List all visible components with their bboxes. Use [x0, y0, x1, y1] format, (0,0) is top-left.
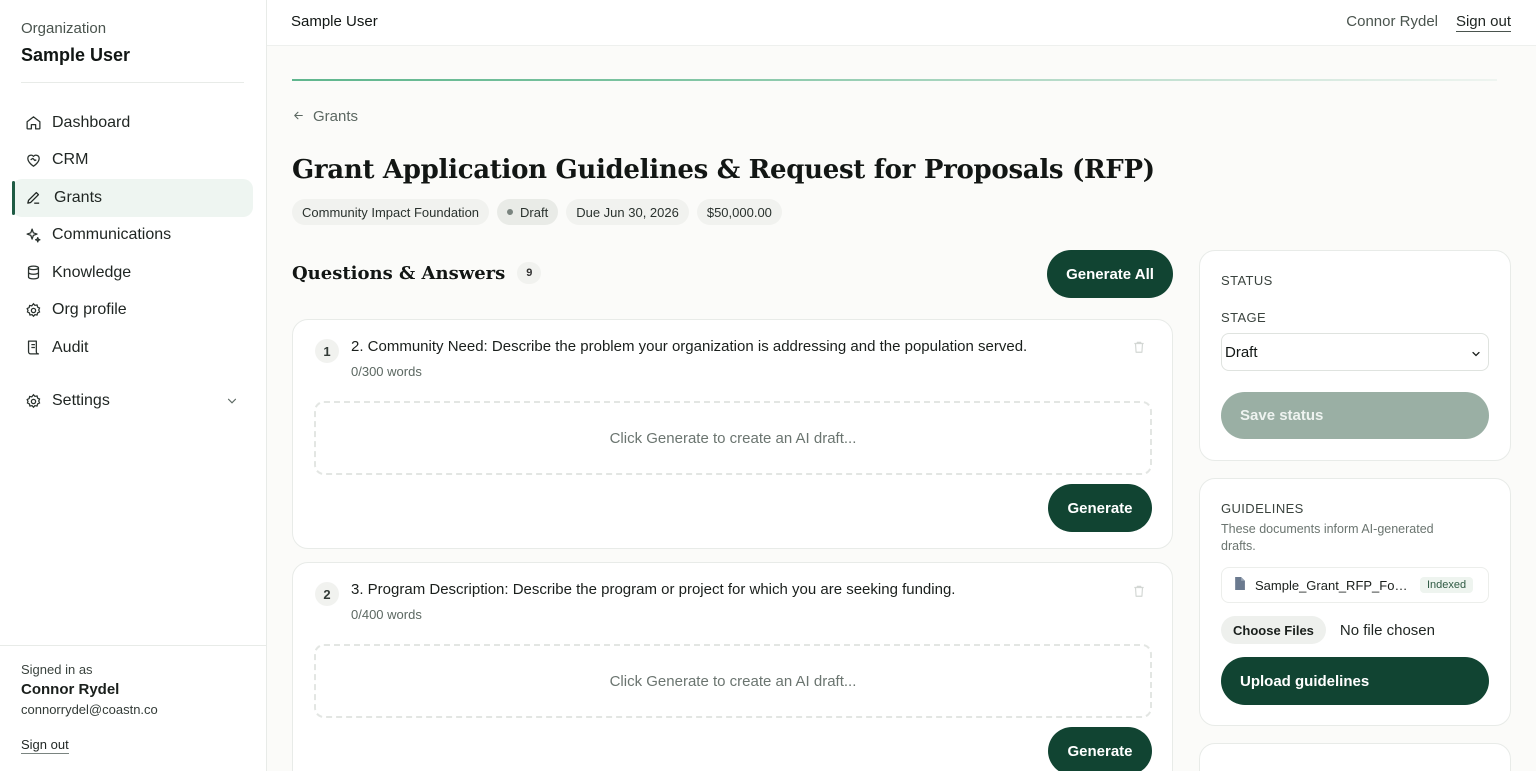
choose-files-button[interactable]: Choose Files: [1221, 616, 1326, 644]
sidebar-item-communications[interactable]: Communications: [12, 217, 253, 255]
chevron-down-icon: [1470, 347, 1482, 364]
sidebar-item-audit[interactable]: Audit: [12, 329, 253, 367]
sidebar-item-label: Dashboard: [52, 113, 131, 131]
topbar-signout-link[interactable]: Sign out: [1455, 13, 1511, 32]
answer-draft-area[interactable]: Click Generate to create an AI draft...: [314, 644, 1152, 718]
qa-title: Questions & Answers: [292, 262, 506, 284]
qa-heading: Questions & Answers 9: [292, 262, 542, 284]
guidelines-panel-title: GUIDELINES: [1221, 501, 1304, 516]
status-badge-label: Draft: [520, 204, 549, 220]
generate-all-button[interactable]: Generate All: [1047, 250, 1173, 298]
back-link-label: Grants: [313, 108, 359, 125]
signed-in-email: connorrydel@coastn.co: [21, 702, 158, 717]
signed-in-block: Signed in as Connor Rydel connorrydel@co…: [0, 645, 266, 770]
question-number: 2: [315, 582, 339, 606]
sidebar-item-settings[interactable]: Settings: [12, 383, 253, 421]
stage-select[interactable]: Draft: [1221, 333, 1489, 371]
qa-count-badge: 9: [517, 262, 542, 284]
stage-select-value: Draft: [1225, 343, 1258, 361]
status-dot-icon: [507, 209, 514, 215]
no-file-text: No file chosen: [1339, 621, 1435, 639]
database-icon: [24, 264, 42, 282]
sidebar-item-dashboard[interactable]: Dashboard: [12, 104, 253, 142]
chevron-down-icon: [225, 394, 239, 413]
sidebar-item-label: Grants: [54, 188, 103, 206]
indexed-badge: Indexed: [1420, 577, 1474, 593]
page-title: Grant Application Guidelines & Request f…: [292, 155, 1155, 185]
pen-icon: [24, 189, 42, 207]
word-count: 0/300 words: [351, 364, 422, 379]
funder-chip: Community Impact Foundation: [292, 199, 490, 225]
guidelines-description: These documents inform AI-generated draf…: [1221, 522, 1434, 553]
sparkles-icon: [24, 226, 42, 244]
receipt-icon: [24, 339, 42, 357]
org-block: Organization Sample User: [21, 20, 244, 83]
stage-label: STAGE: [1221, 310, 1267, 325]
save-status-button[interactable]: Save status: [1221, 392, 1489, 439]
status-panel: STATUS STAGE Draft Save status: [1199, 250, 1511, 461]
back-link[interactable]: Grants: [292, 108, 358, 125]
generate-button[interactable]: Generate: [1048, 727, 1152, 771]
topbar-title: Sample User: [291, 13, 378, 30]
heart-handshake-icon: [24, 151, 42, 169]
file-input: Choose Files No file chosen: [1221, 616, 1435, 644]
sidebar-item-org-profile[interactable]: Org profile: [12, 292, 253, 330]
sidebar-item-grants[interactable]: Grants: [12, 179, 253, 217]
grant-meta-chips: Community Impact Foundation Draft Due Ju…: [292, 199, 782, 225]
upload-guidelines-button[interactable]: Upload guidelines: [1221, 657, 1489, 705]
sidebar-item-label: Org profile: [52, 301, 127, 319]
question-text: 2. Community Need: Describe the problem …: [351, 338, 1028, 355]
org-label: Organization: [21, 20, 107, 37]
gear-icon: [24, 301, 42, 319]
org-name: Sample User: [21, 45, 131, 65]
topbar-user: Connor Rydel: [1346, 13, 1438, 30]
sidebar-item-knowledge[interactable]: Knowledge: [12, 254, 253, 292]
question-card: 2 3. Program Description: Describe the p…: [292, 562, 1173, 771]
arrow-left-icon: [292, 109, 305, 125]
guideline-file-item[interactable]: Sample_Grant_RFP_For_Testing.pdf Indexed: [1221, 567, 1489, 603]
status-badge: Draft: [497, 199, 559, 225]
sidebar-item-crm[interactable]: CRM: [12, 142, 253, 180]
amount-chip: $50,000.00: [696, 199, 782, 225]
signed-in-label: Signed in as: [21, 662, 93, 677]
answer-draft-area[interactable]: Click Generate to create an AI draft...: [314, 401, 1152, 475]
signed-in-name: Connor Rydel: [21, 681, 120, 698]
question-number: 1: [315, 339, 339, 363]
trash-icon[interactable]: [1132, 584, 1146, 603]
trash-icon[interactable]: [1132, 340, 1146, 359]
gear-icon: [24, 392, 42, 410]
due-date-chip: Due Jun 30, 2026: [566, 199, 689, 225]
generate-button[interactable]: Generate: [1048, 484, 1152, 532]
research-panel: [1199, 743, 1511, 771]
sidebar-item-label: Knowledge: [52, 263, 132, 281]
status-panel-title: STATUS: [1221, 273, 1273, 288]
guidelines-panel: GUIDELINES These documents inform AI-gen…: [1199, 478, 1511, 726]
sidebar-item-label: Communications: [52, 226, 172, 244]
sidebar-nav: Dashboard CRM Grants Communications Know…: [12, 104, 253, 420]
question-card: 1 2. Community Need: Describe the proble…: [292, 319, 1173, 549]
sidebar-item-label: CRM: [52, 151, 89, 169]
sidebar-item-label: Audit: [52, 338, 89, 356]
question-text: 3. Program Description: Describe the pro…: [351, 581, 956, 598]
sidebar: Organization Sample User Dashboard CRM G…: [0, 0, 267, 771]
topbar: Sample User Connor Rydel Sign out: [267, 0, 1536, 46]
progress-line: [292, 79, 1497, 81]
sidebar-item-label: Settings: [52, 392, 110, 410]
sidebar-signout-link[interactable]: Sign out: [21, 737, 69, 754]
word-count: 0/400 words: [351, 607, 422, 622]
file-name: Sample_Grant_RFP_For_Testing.pdf: [1255, 577, 1410, 593]
home-icon: [24, 114, 42, 132]
file-icon: [1234, 577, 1245, 593]
